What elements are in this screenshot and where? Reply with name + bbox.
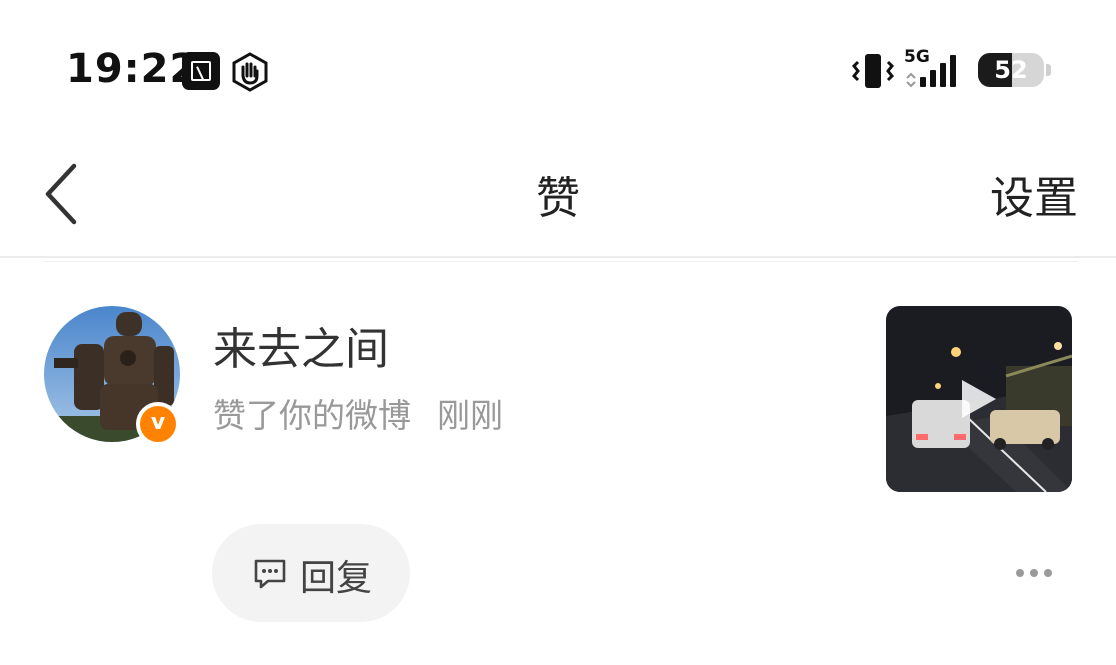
vibrate-icon bbox=[851, 54, 895, 88]
reply-label: 回复 bbox=[300, 558, 373, 599]
battery-level: 52 bbox=[994, 56, 1028, 84]
signal-icon bbox=[918, 53, 964, 87]
battery-tip bbox=[1046, 64, 1051, 76]
status-time: 19:22 bbox=[66, 46, 199, 92]
comment-icon bbox=[254, 559, 286, 589]
video-thumbnail[interactable] bbox=[886, 306, 1072, 492]
nav-bar: 赞 设置 bbox=[0, 140, 1116, 256]
battery-indicator: 52 bbox=[978, 53, 1044, 87]
timestamp: 刚刚 bbox=[437, 396, 503, 435]
screen-recorder-icon bbox=[182, 52, 220, 90]
settings-button[interactable]: 设置 bbox=[990, 162, 1078, 226]
action-text: 赞了你的微博 bbox=[213, 396, 411, 435]
reply-button[interactable]: 回复 bbox=[212, 524, 410, 622]
verified-badge: v bbox=[136, 402, 180, 446]
page-title: 赞 bbox=[536, 173, 580, 224]
more-dots-icon[interactable] bbox=[1010, 560, 1058, 586]
username[interactable]: 来去之间 bbox=[213, 313, 389, 377]
notification-text: 赞了你的微博 刚刚 bbox=[213, 389, 503, 437]
hand-stop-icon bbox=[232, 52, 268, 92]
divider bbox=[44, 261, 1078, 262]
status-bar: 19:22 5G 52 bbox=[0, 0, 1116, 140]
data-arrows-icon bbox=[906, 72, 916, 88]
verified-icon: v bbox=[150, 410, 166, 435]
divider bbox=[0, 256, 1116, 258]
